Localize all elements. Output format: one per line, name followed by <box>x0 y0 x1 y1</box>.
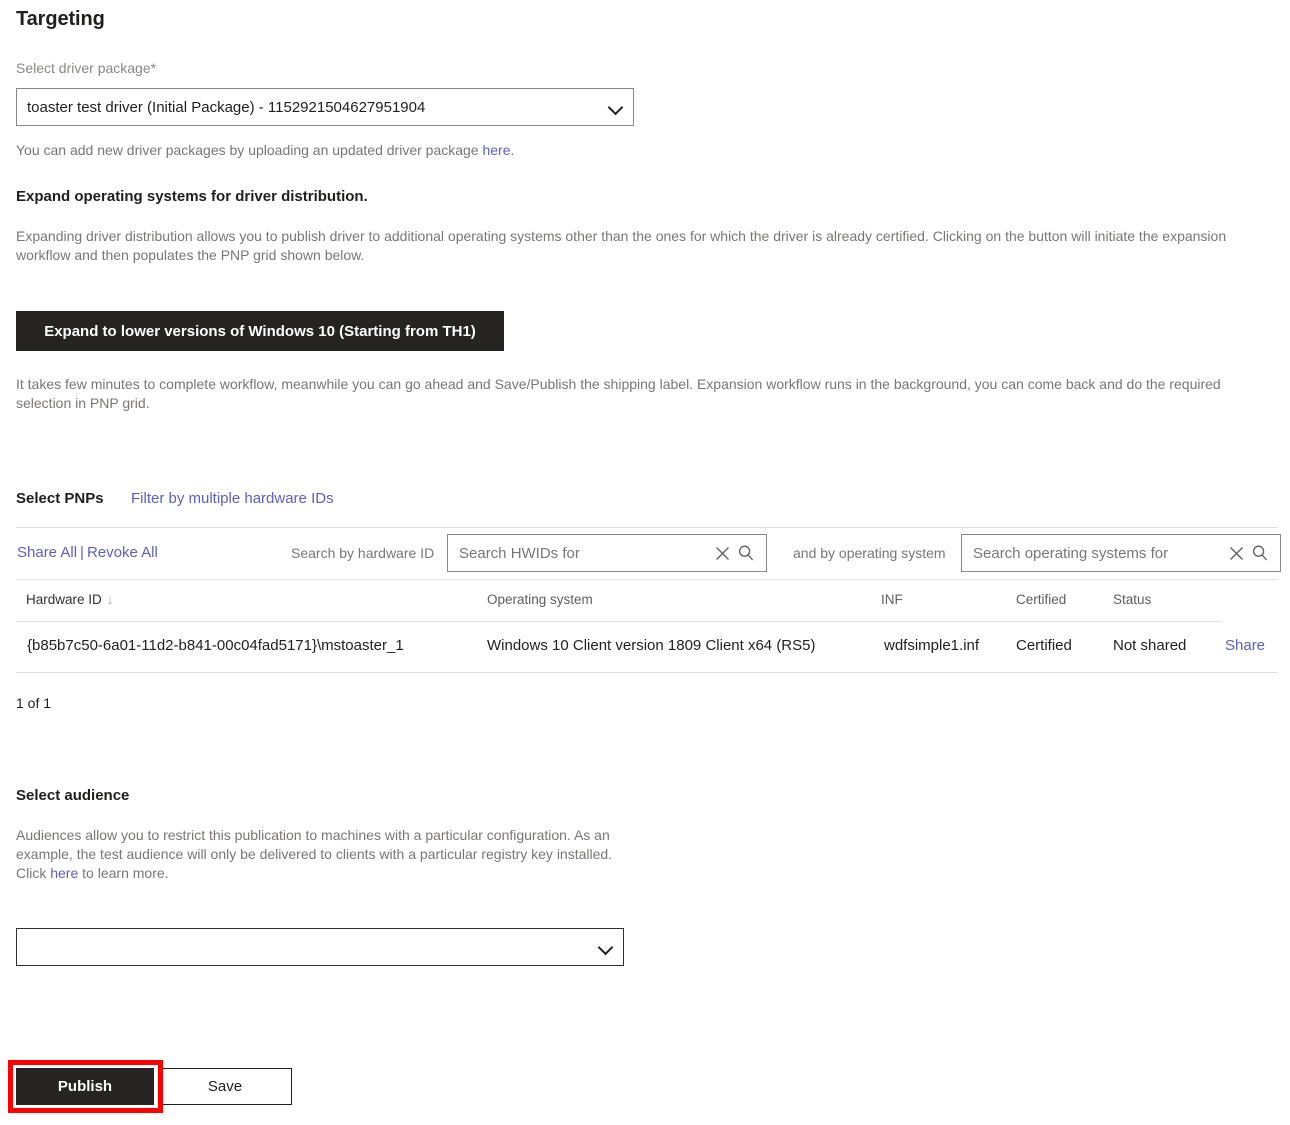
expand-heading: Expand operating systems for driver dist… <box>16 188 368 205</box>
share-all-link[interactable]: Share All <box>17 544 77 561</box>
grid-top-rule <box>16 527 1278 528</box>
grid-bottom-rule <box>16 672 1278 673</box>
select-audience-heading: Select audience <box>16 787 130 804</box>
page-title: Targeting <box>16 8 105 30</box>
driver-package-selected-value: toaster test driver (Initial Package) - … <box>27 98 426 116</box>
expand-to-lower-versions-button[interactable]: Expand to lower versions of Windows 10 (… <box>16 311 504 351</box>
cell-certified: Certified <box>1016 637 1072 654</box>
cell-hardware-id: {b85b7c50-6a01-11d2-b841-00c04fad5171}\m… <box>27 637 404 654</box>
search-hwid-icon[interactable] <box>734 541 758 565</box>
search-os-field[interactable]: Search operating systems for <box>961 534 1281 572</box>
search-hwid-field[interactable]: Search HWIDs for <box>447 534 767 572</box>
driver-package-select[interactable]: toaster test driver (Initial Package) - … <box>16 88 634 126</box>
expand-description: Expanding driver distribution allows you… <box>16 228 1227 263</box>
clear-hwid-search-icon[interactable] <box>710 541 734 565</box>
grid-toolbar-rule <box>16 579 1278 580</box>
expand-note: It takes few minutes to complete workflo… <box>16 376 1221 411</box>
share-revoke-toolbar: Share All | Revoke All <box>17 544 158 561</box>
targeting-page: Targeting Select driver package* toaster… <box>0 0 1290 1125</box>
revoke-all-link[interactable]: Revoke All <box>87 544 158 561</box>
audience-learn-more-link[interactable]: here <box>50 865 78 881</box>
audience-description-part2: to learn more. <box>78 865 169 881</box>
driver-package-helper-suffix: . <box>510 142 515 158</box>
save-button[interactable]: Save <box>158 1068 292 1105</box>
driver-package-helper: You can add new driver packages by uploa… <box>16 141 716 160</box>
audience-description: Audiences allow you to restrict this pub… <box>16 826 626 883</box>
column-header-status[interactable]: Status <box>1113 592 1151 607</box>
filter-by-multiple-hardware-ids-link[interactable]: Filter by multiple hardware IDs <box>131 490 334 507</box>
audience-chevron-down-icon <box>599 940 613 954</box>
search-os-label: and by operating system <box>793 545 946 561</box>
cell-inf: wdfsimple1.inf <box>884 637 980 654</box>
cell-status: Not shared <box>1113 637 1187 654</box>
select-pnps-heading: Select PNPs <box>16 490 104 507</box>
search-hwid-placeholder: Search HWIDs for <box>459 544 580 562</box>
audience-select[interactable] <box>16 928 624 966</box>
column-header-hardware-id-label: Hardware ID <box>26 592 102 607</box>
driver-package-helper-prefix: You can add new driver packages by uploa… <box>16 142 483 158</box>
driver-package-label: Select driver package* <box>16 60 157 76</box>
cell-operating-system: Windows 10 Client version 1809 Client x6… <box>487 637 816 654</box>
share-revoke-separator: | <box>80 544 84 561</box>
grid-header-rule <box>16 621 1222 622</box>
pager-count: 1 of 1 <box>16 695 52 711</box>
search-os-icon[interactable] <box>1248 541 1272 565</box>
search-os-placeholder: Search operating systems for <box>973 544 1169 562</box>
search-hwid-label: Search by hardware ID <box>291 545 435 561</box>
publish-button[interactable]: Publish <box>16 1068 154 1105</box>
clear-os-search-icon[interactable] <box>1224 541 1248 565</box>
column-header-certified[interactable]: Certified <box>1016 592 1066 607</box>
sort-desc-icon: ↓ <box>106 592 114 607</box>
upload-driver-package-link[interactable]: here <box>482 142 510 158</box>
share-row-link[interactable]: Share <box>1225 637 1265 654</box>
column-header-operating-system[interactable]: Operating system <box>487 592 593 607</box>
column-header-hardware-id[interactable]: Hardware ID ↓ <box>26 592 113 607</box>
column-header-inf[interactable]: INF <box>881 592 903 607</box>
chevron-down-icon <box>609 100 623 114</box>
